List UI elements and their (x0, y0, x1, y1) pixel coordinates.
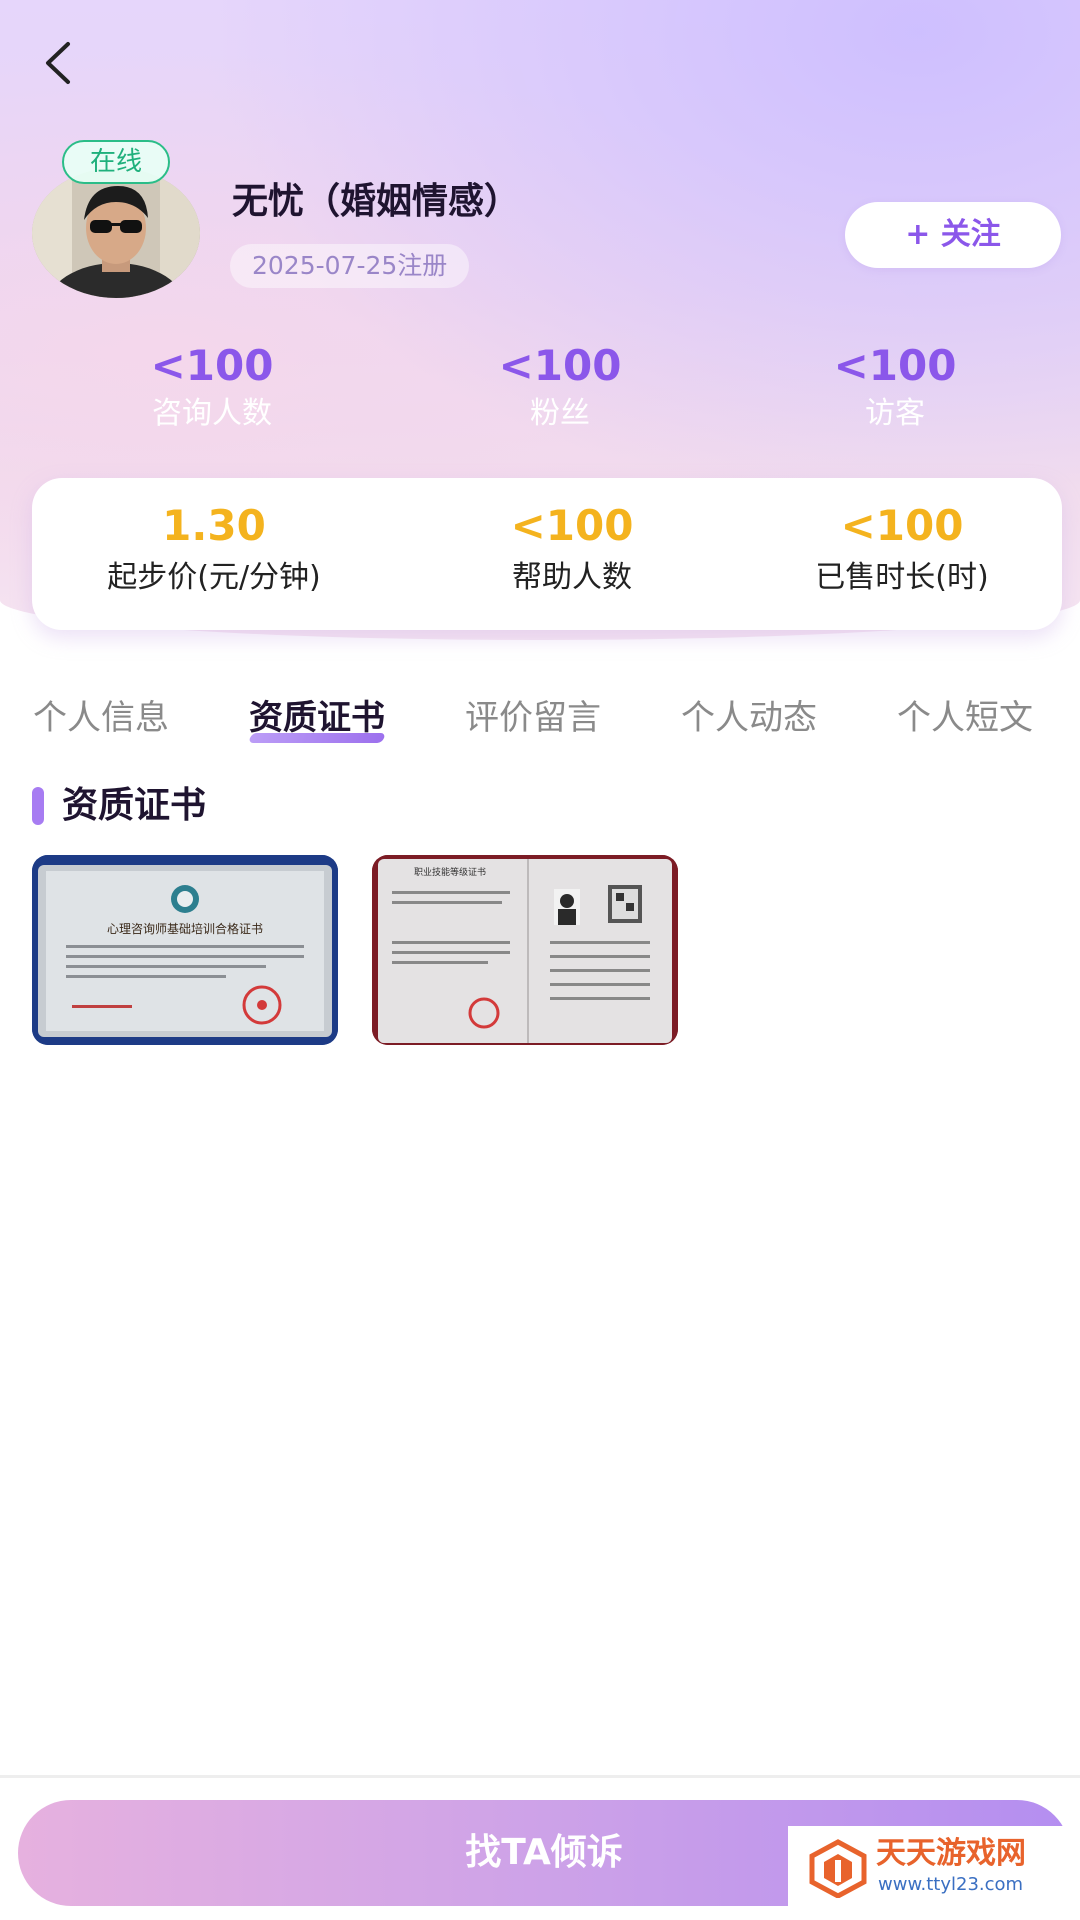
section-title: 资质证书 (62, 785, 207, 826)
site-watermark: 天天游戏网 www.ttyl23.com (788, 1826, 1080, 1920)
stat-label: 咨询人数 (152, 396, 272, 431)
profile-stats: <100 咨询人数 <100 粉丝 <100 访客 (0, 340, 1080, 450)
tab-articles[interactable]: 个人短文 (897, 690, 1033, 746)
stat-visitors: <100 访客 (765, 340, 1025, 436)
registration-date: 2025-07-25注册 (230, 244, 470, 288)
profile-page: 在线 无忧（婚姻情感） 2025-07-25注册 + 关注 <100 咨询人数 … (0, 0, 1080, 1920)
certificate-title: 心理咨询师基础培训合格证书 (107, 921, 263, 936)
price-card: 1.30 起步价(元/分钟) <100 帮助人数 <100 已售时长(时) (32, 478, 1062, 630)
avatar[interactable] (32, 168, 200, 298)
watermark-site-name: 天天游戏网 (876, 1836, 1026, 1871)
sold-hours: <100 已售时长(时) (737, 500, 1067, 604)
certificate-title: 职业技能等级证书 (414, 866, 486, 878)
avatar-image (32, 168, 200, 298)
back-button[interactable] (38, 38, 82, 88)
bottom-divider (0, 1775, 1080, 1778)
stat-value: <100 (498, 341, 622, 390)
tab-personal-info[interactable]: 个人信息 (33, 690, 169, 746)
price-value: 1.30 (162, 501, 266, 550)
follow-button[interactable]: + 关注 (845, 202, 1061, 268)
certificate-image[interactable]: 心理咨询师基础培训合格证书 (32, 855, 338, 1045)
watermark-url: www.ttyl23.com (878, 1874, 1024, 1895)
stat-fans: <100 粉丝 (430, 340, 690, 436)
certificate-image[interactable]: 职业技能等级证书 (372, 855, 678, 1045)
stat-label: 访客 (865, 396, 925, 431)
stat-label: 粉丝 (530, 396, 590, 431)
stat-value: <100 (833, 341, 957, 390)
profile-tabs: 个人信息 资质证书 评价留言 个人动态 个人短文 (0, 690, 1080, 760)
counselor-name: 无忧（婚姻情感） (232, 181, 521, 222)
stat-value: <100 (150, 341, 274, 390)
helped-value: <100 (510, 501, 634, 550)
section-accent-bar (32, 787, 44, 825)
chevron-left-icon (46, 42, 70, 84)
price-starting: 1.30 起步价(元/分钟) (49, 500, 379, 604)
sold-hours-label: 已售时长(时) (815, 560, 989, 595)
tab-activity[interactable]: 个人动态 (681, 690, 817, 746)
tab-reviews[interactable]: 评价留言 (465, 690, 601, 746)
stat-consultations: <100 咨询人数 (82, 340, 342, 436)
helped-label: 帮助人数 (512, 560, 632, 595)
sold-hours-value: <100 (840, 501, 964, 550)
active-tab-indicator (248, 733, 386, 743)
helped-count: <100 帮助人数 (407, 500, 737, 604)
online-status-badge: 在线 (62, 140, 170, 184)
watermark-logo-icon (809, 1839, 867, 1898)
price-label: 起步价(元/分钟) (107, 560, 321, 595)
